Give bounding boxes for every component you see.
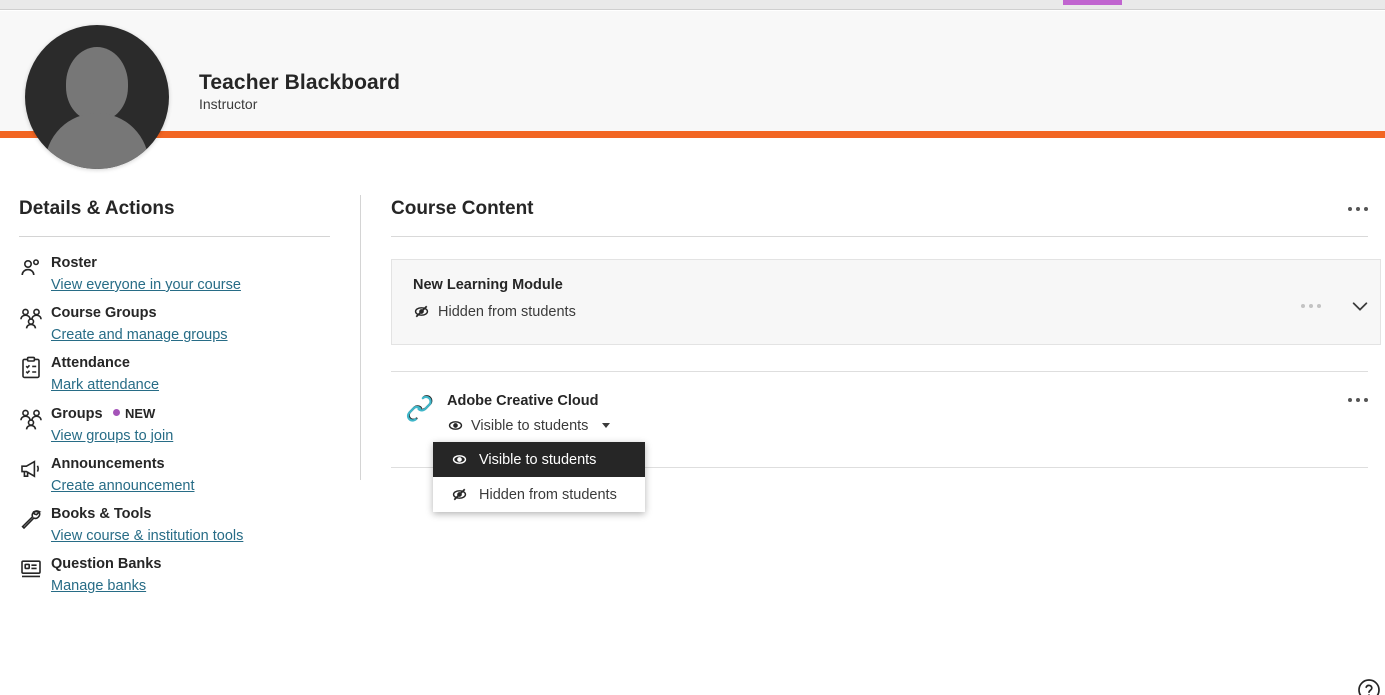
active-tab-indicator[interactable] — [1063, 0, 1122, 5]
sidebar-item-groups[interactable]: Groups NEW View groups to join — [0, 402, 360, 452]
badge-dot-icon — [113, 408, 120, 416]
sidebar-item-label: Roster — [51, 255, 97, 271]
dropdown-option-visible[interactable]: Visible to students — [433, 442, 645, 477]
announcements-icon — [19, 457, 43, 481]
sidebar-item-label: Question Banks — [51, 556, 162, 573]
dot — [1309, 304, 1313, 308]
dropdown-option-label: Visible to students — [479, 451, 597, 468]
sidebar-item-link[interactable]: View groups to join — [51, 428, 173, 444]
chevron-down-icon — [602, 423, 611, 428]
sidebar-item-question-banks[interactable]: Question Banks Manage banks — [0, 552, 360, 602]
course-content-overflow-button[interactable] — [1348, 207, 1368, 211]
learning-module-card[interactable]: New Learning Module Hidden from students — [391, 259, 1381, 345]
content-divider — [391, 236, 1368, 237]
eye-icon — [451, 451, 468, 468]
module-status-text: Hidden from students — [438, 303, 576, 320]
dot — [1356, 207, 1360, 211]
groups-icon — [19, 407, 43, 431]
sidebar-item-link[interactable]: View course & institution tools — [51, 528, 243, 544]
page-root: Teacher Blackboard Instructor Details & … — [0, 0, 1385, 695]
module-visibility-status: Hidden from students — [413, 303, 576, 320]
visibility-dropdown-menu: Visible to students Hidden from students — [433, 442, 645, 512]
sidebar-title: Details & Actions — [19, 198, 175, 219]
item-divider-top — [391, 371, 1368, 372]
course-content-panel: Course Content New Learning Module Hidde… — [360, 138, 1385, 695]
sidebar-item-link[interactable]: Mark attendance — [51, 377, 159, 393]
dropdown-option-hidden[interactable]: Hidden from students — [433, 477, 645, 512]
module-overflow-button[interactable] — [1301, 304, 1321, 308]
sidebar-item-link[interactable]: Create and manage groups — [51, 327, 228, 343]
sidebar-item-link[interactable]: Manage banks — [51, 578, 146, 594]
books-tools-icon — [19, 507, 43, 531]
details-actions-sidebar: Details & Actions Roster View everyone i… — [0, 138, 360, 695]
profile-role: Instructor — [199, 96, 258, 112]
visibility-dropdown-trigger[interactable]: Visible to students — [447, 417, 611, 434]
sidebar-item-label: Books & Tools — [51, 505, 152, 522]
dropdown-option-label: Hidden from students — [479, 486, 617, 503]
avatar[interactable] — [25, 25, 169, 169]
visibility-label: Visible to students — [471, 417, 589, 434]
avatar-body — [45, 113, 149, 169]
chain-link-icon — [403, 391, 437, 425]
dot — [1364, 398, 1368, 402]
sidebar-item-announcements[interactable]: Announcements Create announcement — [0, 452, 360, 502]
sidebar-list: Roster View everyone in your course Cour… — [0, 251, 360, 602]
sidebar-item-label: Announcements — [51, 455, 165, 472]
sidebar-item-link[interactable]: Create announcement — [51, 478, 195, 494]
roster-icon — [19, 256, 43, 280]
eye-slash-icon — [451, 486, 468, 503]
sidebar-item-books-tools[interactable]: Books & Tools View course & institution … — [0, 502, 360, 552]
sidebar-item-label: Attendance — [51, 355, 130, 372]
dot — [1364, 207, 1368, 211]
sidebar-item-course-groups[interactable]: Course Groups Create and manage groups — [0, 301, 360, 351]
dot — [1348, 207, 1352, 211]
dot — [1301, 304, 1305, 308]
browser-top-strip — [0, 0, 1385, 10]
badge-text: NEW — [125, 405, 156, 421]
question-banks-icon — [19, 557, 43, 581]
eye-slash-icon — [413, 303, 430, 320]
course-groups-icon — [19, 306, 43, 330]
module-expand-button[interactable] — [1349, 295, 1371, 317]
sidebar-divider — [19, 236, 330, 237]
page-title: Teacher Blackboard — [199, 71, 400, 94]
sidebar-item-link[interactable]: View everyone in your course — [51, 277, 241, 293]
module-title: New Learning Module — [413, 277, 563, 293]
avatar-head — [66, 47, 128, 121]
dot — [1348, 398, 1352, 402]
dot — [1317, 304, 1321, 308]
content-title: Course Content — [391, 198, 534, 219]
link-item-title: Adobe Creative Cloud — [447, 393, 599, 409]
sidebar-item-label: Groups — [51, 405, 103, 422]
status-badge: NEW — [113, 406, 155, 421]
sidebar-item-attendance[interactable]: Attendance Mark attendance — [0, 351, 360, 401]
link-item-overflow-button[interactable] — [1348, 398, 1368, 402]
profile-header: Teacher Blackboard Instructor — [0, 11, 1385, 132]
help-icon[interactable] — [1357, 678, 1381, 695]
attendance-icon — [19, 356, 43, 380]
sidebar-item-roster[interactable]: Roster View everyone in your course — [0, 251, 360, 301]
dot — [1356, 398, 1360, 402]
eye-icon — [447, 417, 464, 434]
sidebar-item-label: Course Groups — [51, 305, 157, 322]
accent-divider — [0, 131, 1385, 138]
